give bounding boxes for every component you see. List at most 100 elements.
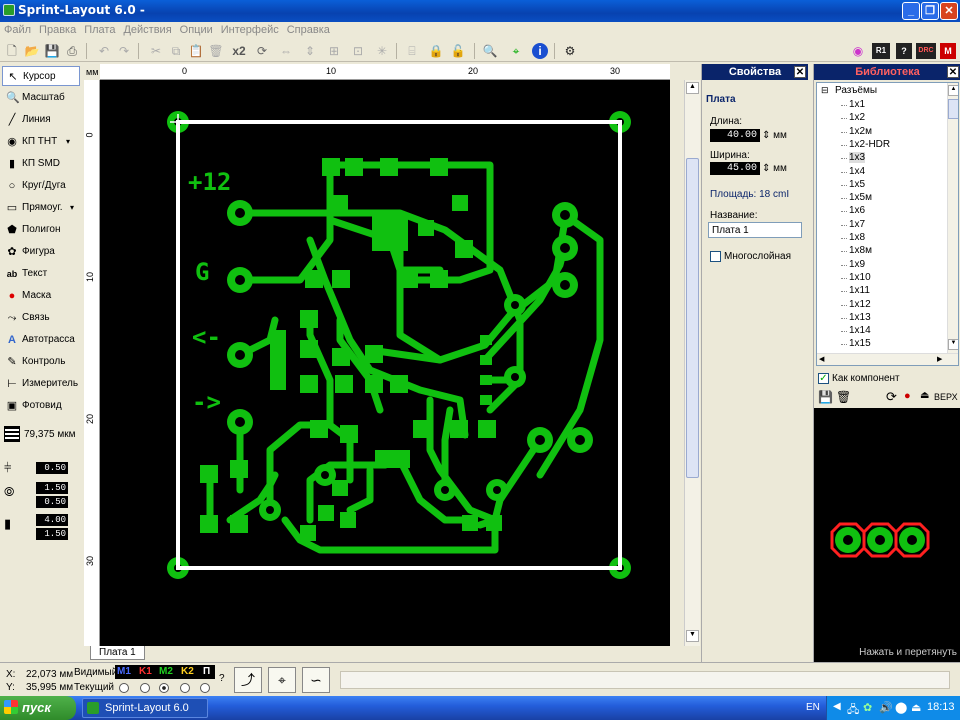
smd-pad[interactable] bbox=[270, 330, 286, 390]
tray-app-icon[interactable]: ⬤ bbox=[895, 701, 907, 714]
library-item[interactable]: 1x4 bbox=[849, 166, 865, 177]
pcb-canvas[interactable]: +12 G <- -> bbox=[100, 80, 670, 646]
delete-icon[interactable]: 🗑 bbox=[208, 43, 224, 59]
smd-pad[interactable] bbox=[392, 450, 410, 468]
language-indicator[interactable]: EN bbox=[806, 702, 820, 713]
tool-smd-pad[interactable]: ▮ КП SMD bbox=[2, 154, 80, 174]
library-vscroll[interactable]: ▲ ▼ bbox=[947, 83, 958, 353]
library-item[interactable]: 1x13 bbox=[849, 312, 871, 323]
library-item[interactable]: 1x15 bbox=[849, 338, 871, 349]
tool-zoom[interactable]: 🔍 Масштаб bbox=[2, 88, 80, 108]
multilayer-checkbox[interactable] bbox=[710, 251, 721, 262]
smd-pad[interactable] bbox=[380, 158, 398, 176]
scroll-down-icon[interactable]: ▼ bbox=[948, 339, 958, 350]
smd-pad[interactable] bbox=[413, 420, 431, 438]
minimize-button[interactable]: _ bbox=[902, 2, 920, 20]
record-icon[interactable]: ● bbox=[904, 390, 911, 402]
tray-usb-icon[interactable]: ⏏ bbox=[911, 701, 921, 714]
library-item[interactable]: 1x12 bbox=[849, 299, 871, 310]
smd-height-field[interactable]: 1.50 bbox=[36, 528, 68, 540]
scroll-down-icon[interactable]: ▼ bbox=[686, 630, 699, 642]
menu-actions[interactable]: Действия bbox=[119, 22, 175, 38]
library-item[interactable]: 1x5м bbox=[849, 192, 872, 203]
maximize-button[interactable]: ❐ bbox=[921, 2, 939, 20]
pad-inner-field[interactable]: 0.50 bbox=[36, 496, 68, 508]
library-item[interactable]: 1x11 bbox=[849, 285, 870, 296]
curve-mode-icon[interactable]: ∽ bbox=[302, 667, 330, 693]
smd-pad[interactable] bbox=[365, 345, 383, 363]
cut-icon[interactable]: ✂ bbox=[148, 43, 164, 59]
library-item[interactable]: 1x2-HDR bbox=[849, 139, 890, 150]
layer-m1[interactable]: M1 bbox=[117, 666, 131, 677]
open-folder-icon[interactable]: 📂 bbox=[24, 43, 40, 59]
canvas-vscroll[interactable]: ▲ ▼ bbox=[684, 80, 700, 646]
tool-line[interactable]: ╱ Линия bbox=[2, 110, 80, 130]
lock-icon[interactable]: 🔒 bbox=[428, 43, 444, 59]
library-item[interactable]: 1x2м bbox=[849, 126, 872, 137]
smd-pad[interactable] bbox=[332, 270, 350, 288]
tool-rectangle[interactable]: ▭ Прямоуг. ▾ bbox=[2, 198, 80, 218]
width-field[interactable]: 45.00 bbox=[710, 162, 760, 175]
smd-pad[interactable] bbox=[230, 515, 248, 533]
search-icon[interactable]: 🔍 bbox=[482, 43, 498, 59]
smd-pad[interactable] bbox=[400, 270, 418, 288]
menu-options[interactable]: Опции bbox=[176, 22, 217, 38]
info-icon[interactable]: i bbox=[532, 43, 548, 59]
current-layer-radio-m1[interactable] bbox=[119, 683, 129, 693]
library-close-icon[interactable]: ✕ bbox=[947, 66, 959, 78]
smd-pad[interactable] bbox=[310, 420, 328, 438]
library-item[interactable]: 1x1 bbox=[849, 99, 865, 110]
library-item[interactable]: 1x14 bbox=[849, 325, 871, 336]
redo-icon[interactable]: ↷ bbox=[116, 43, 132, 59]
name-field[interactable] bbox=[708, 222, 802, 238]
smd-pad[interactable] bbox=[480, 395, 492, 405]
smd-pad[interactable] bbox=[345, 158, 363, 176]
smd-pad[interactable] bbox=[300, 340, 318, 358]
smd-pad[interactable] bbox=[455, 240, 473, 258]
tool-connection[interactable]: ⤳ Связь bbox=[2, 308, 80, 328]
as-component-checkbox[interactable]: ✓ bbox=[818, 373, 829, 384]
smd-pad[interactable] bbox=[332, 480, 348, 496]
smd-pad[interactable] bbox=[390, 375, 408, 393]
smd-pad[interactable] bbox=[486, 515, 502, 531]
layer-k1[interactable]: K1 bbox=[139, 666, 152, 677]
menu-file[interactable]: Файл bbox=[0, 22, 35, 38]
menu-edit[interactable]: Правка bbox=[35, 22, 80, 38]
menu-board[interactable]: Плата bbox=[80, 22, 119, 38]
layer-m2[interactable]: M2 bbox=[159, 666, 173, 677]
smd-pad[interactable] bbox=[335, 375, 353, 393]
smd-pad[interactable] bbox=[332, 348, 350, 366]
properties-close-icon[interactable]: ✕ bbox=[794, 66, 806, 78]
library-hscroll[interactable]: ◀ ▶ bbox=[817, 353, 958, 365]
tray-network-icon[interactable]: 🖧 bbox=[847, 701, 859, 720]
start-button[interactable]: пуск bbox=[0, 696, 76, 720]
mirror-v-icon[interactable]: ⇕ bbox=[302, 43, 318, 59]
r1-button[interactable]: R1 bbox=[872, 43, 890, 59]
tool-photoview[interactable]: ▣ Фотовид bbox=[2, 396, 80, 416]
snap-icon[interactable]: ✳ bbox=[374, 43, 390, 59]
tree-root[interactable]: Разъёмы bbox=[835, 85, 877, 96]
smd-pad[interactable] bbox=[452, 195, 468, 211]
current-layer-radio-m2[interactable] bbox=[159, 683, 169, 693]
layer-k2[interactable]: K2 bbox=[181, 666, 194, 677]
smd-pad[interactable] bbox=[200, 465, 218, 483]
rotate-icon[interactable]: ⟳ bbox=[886, 389, 897, 405]
help-question-icon[interactable]: ? bbox=[896, 43, 912, 59]
library-preview[interactable]: Нажать и перетянуть bbox=[814, 408, 960, 662]
tool-mask[interactable]: ● Маска bbox=[2, 286, 80, 306]
mirror-h-icon[interactable]: ⇔ bbox=[278, 43, 294, 59]
scroll-right-icon[interactable]: ▶ bbox=[937, 355, 942, 363]
scroll-thumb[interactable] bbox=[948, 99, 958, 119]
tool-autoroute[interactable]: A Автотрасса bbox=[2, 330, 80, 350]
menu-help[interactable]: Справка bbox=[283, 22, 334, 38]
smd-pad[interactable] bbox=[430, 158, 448, 176]
smd-pad[interactable] bbox=[200, 515, 218, 533]
scroll-left-icon[interactable]: ◀ bbox=[819, 355, 824, 363]
library-item[interactable]: 1x6 bbox=[849, 205, 865, 216]
smd-pad[interactable] bbox=[480, 335, 492, 345]
library-item[interactable]: 1x7 bbox=[849, 219, 865, 230]
delete-icon[interactable]: 🗑 bbox=[836, 390, 851, 404]
tray-back-icon[interactable]: ◀ bbox=[833, 701, 841, 712]
save-icon[interactable]: 💾 bbox=[818, 390, 833, 404]
smd-pad[interactable] bbox=[462, 515, 478, 531]
